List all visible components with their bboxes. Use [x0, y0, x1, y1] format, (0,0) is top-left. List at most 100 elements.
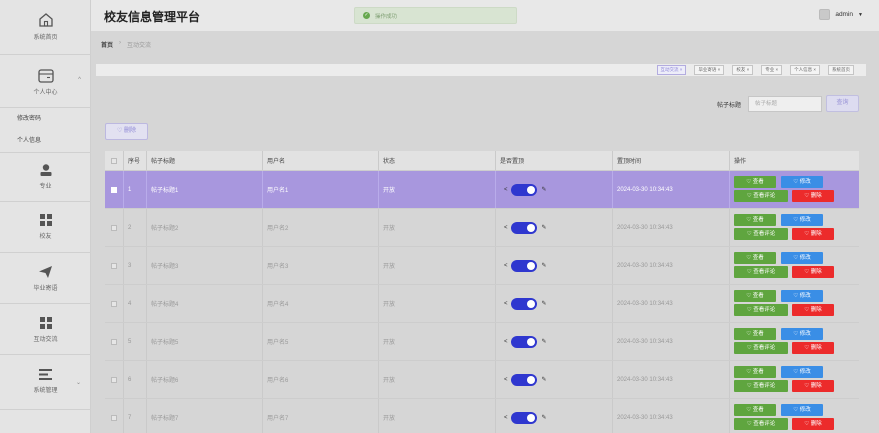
edit-button[interactable]: ♡ 修改	[781, 252, 823, 264]
view-button[interactable]: ♡ 查看	[734, 328, 776, 340]
sidebar-item-profile[interactable]: 个人中心 ^	[0, 55, 91, 108]
delete-button[interactable]: ♡ 删除	[792, 228, 834, 240]
pin-time: 2024-03-30 10:34:43	[613, 323, 730, 360]
column-header: 状态	[379, 151, 496, 170]
view-comments-button[interactable]: ♡ 查看评论	[734, 304, 788, 316]
header: 校友信息管理平台 ✓ 操作成功 admin ▼	[91, 0, 879, 31]
share-icon: <	[504, 376, 508, 383]
breadcrumb: 首页 › 互动交流	[101, 40, 151, 49]
row-checkbox[interactable]	[111, 338, 117, 345]
search-label: 帖子标题	[717, 103, 742, 109]
delete-button[interactable]: ♡ 删除	[792, 418, 834, 430]
chevron-up-icon: ^	[78, 77, 81, 83]
table-row[interactable]: 7 帖子标题7 用户名7 开放 < ✎ 2024-03-30 10:34:43 …	[105, 399, 859, 433]
row-number: 2	[124, 209, 147, 246]
table-row[interactable]: 3 帖子标题3 用户名3 开放 < ✎ 2024-03-30 10:34:43 …	[105, 247, 859, 285]
sidebar-item-system-management[interactable]: 系统管理 ⌄	[0, 355, 91, 410]
caret-down-icon: ▼	[858, 11, 863, 18]
edit-button[interactable]: ♡ 修改	[781, 290, 823, 302]
edit-button[interactable]: ♡ 修改	[781, 366, 823, 378]
check-circle-icon: ✓	[363, 12, 370, 19]
view-comments-button[interactable]: ♡ 查看评论	[734, 380, 788, 392]
row-checkbox[interactable]	[111, 300, 117, 307]
edit-button[interactable]: ♡ 修改	[781, 328, 823, 340]
sidebar-subitem-profile-info[interactable]: 个人信息	[0, 130, 91, 152]
view-comments-button[interactable]: ♡ 查看评论	[734, 228, 788, 240]
status-cell: 开放	[379, 247, 496, 284]
pin-toggle[interactable]	[510, 221, 537, 234]
view-button[interactable]: ♡ 查看	[734, 176, 776, 188]
share-icon: <	[504, 300, 508, 307]
tab-interaction[interactable]: 互动交流 ×	[656, 65, 687, 75]
select-all-checkbox[interactable]	[111, 157, 117, 164]
post-title: 帖子标题1	[147, 171, 263, 208]
username-cell: 用户名2	[263, 209, 379, 246]
row-checkbox[interactable]	[111, 262, 117, 269]
sidebar-item-graduation-messages[interactable]: 毕业寄语	[0, 253, 91, 304]
edit-button[interactable]: ♡ 修改	[781, 404, 823, 416]
user-menu[interactable]: admin ▼	[819, 9, 863, 20]
sidebar-subitem-password[interactable]: 修改密码	[0, 108, 91, 130]
table-row[interactable]: 1 帖子标题1 用户名1 开放 < ✎ 2024-03-30 10:34:43 …	[105, 171, 859, 209]
tab-home[interactable]: 系统首页	[828, 65, 854, 75]
pin-toggle[interactable]	[510, 183, 537, 196]
bulk-delete-button[interactable]: ♡ 删除	[105, 123, 148, 140]
row-number: 4	[124, 285, 147, 322]
sidebar-item-label: 专业	[39, 184, 52, 190]
delete-button[interactable]: ♡ 删除	[792, 342, 834, 354]
view-button[interactable]: ♡ 查看	[734, 214, 776, 226]
grid-icon	[39, 214, 52, 226]
pin-toggle[interactable]	[510, 335, 537, 348]
tab-graduation-messages[interactable]: 毕业寄语 ×	[694, 65, 725, 75]
breadcrumb-home[interactable]: 首页	[101, 40, 113, 49]
view-comments-button[interactable]: ♡ 查看评论	[734, 190, 788, 202]
username-cell: 用户名6	[263, 361, 379, 398]
edit-button[interactable]: ♡ 修改	[781, 176, 823, 188]
sidebar-item-home[interactable]: 系统首页	[0, 0, 91, 55]
view-button[interactable]: ♡ 查看	[734, 290, 776, 302]
row-checkbox[interactable]	[111, 224, 117, 231]
share-icon: <	[504, 338, 508, 345]
view-button[interactable]: ♡ 查看	[734, 366, 776, 378]
view-comments-button[interactable]: ♡ 查看评论	[734, 342, 788, 354]
pin-toggle[interactable]	[510, 259, 537, 272]
toast-message: 操作成功	[375, 13, 398, 20]
share-icon: <	[504, 262, 508, 269]
search-button[interactable]: 查询	[826, 95, 859, 112]
delete-button[interactable]: ♡ 删除	[792, 190, 834, 202]
view-comments-button[interactable]: ♡ 查看评论	[734, 418, 788, 430]
home-icon	[38, 13, 53, 27]
sidebar-item-label: 系统首页	[33, 35, 58, 41]
view-button[interactable]: ♡ 查看	[734, 404, 776, 416]
row-checkbox[interactable]	[111, 186, 117, 193]
edit-button[interactable]: ♡ 修改	[781, 214, 823, 226]
search-input[interactable]: 帖子标题	[748, 96, 822, 112]
row-number: 7	[124, 399, 147, 433]
table-row[interactable]: 2 帖子标题2 用户名2 开放 < ✎ 2024-03-30 10:34:43 …	[105, 209, 859, 247]
view-button[interactable]: ♡ 查看	[734, 252, 776, 264]
delete-button[interactable]: ♡ 删除	[792, 266, 834, 278]
delete-button[interactable]: ♡ 删除	[792, 304, 834, 316]
pin-toggle[interactable]	[510, 411, 537, 424]
column-header: 序号	[124, 151, 147, 170]
tab-profile[interactable]: 个人信息 ×	[790, 65, 820, 75]
table-row[interactable]: 4 帖子标题4 用户名4 开放 < ✎ 2024-03-30 10:34:43 …	[105, 285, 859, 323]
row-checkbox[interactable]	[111, 414, 117, 421]
column-header: 用户名	[263, 151, 379, 170]
table-row[interactable]: 5 帖子标题5 用户名5 开放 < ✎ 2024-03-30 10:34:43 …	[105, 323, 859, 361]
sidebar-item-interaction[interactable]: 互动交流	[0, 304, 91, 355]
row-checkbox[interactable]	[111, 376, 117, 383]
pin-time: 2024-03-30 10:34:43	[613, 209, 730, 246]
sidebar-item-label: 互动交流	[33, 337, 58, 343]
table-row[interactable]: 6 帖子标题6 用户名6 开放 < ✎ 2024-03-30 10:34:43 …	[105, 361, 859, 399]
view-comments-button[interactable]: ♡ 查看评论	[734, 266, 788, 278]
pin-toggle[interactable]	[510, 373, 537, 386]
grid-icon	[39, 317, 52, 329]
delete-button[interactable]: ♡ 删除	[792, 380, 834, 392]
tab-major[interactable]: 专业 ×	[761, 65, 783, 75]
pin-toggle[interactable]	[510, 297, 537, 310]
post-title: 帖子标题7	[147, 399, 263, 433]
tab-alumni[interactable]: 校友 ×	[732, 65, 754, 75]
sidebar-item-alumni[interactable]: 校友	[0, 202, 91, 253]
sidebar-item-major[interactable]: 专业	[0, 152, 91, 202]
